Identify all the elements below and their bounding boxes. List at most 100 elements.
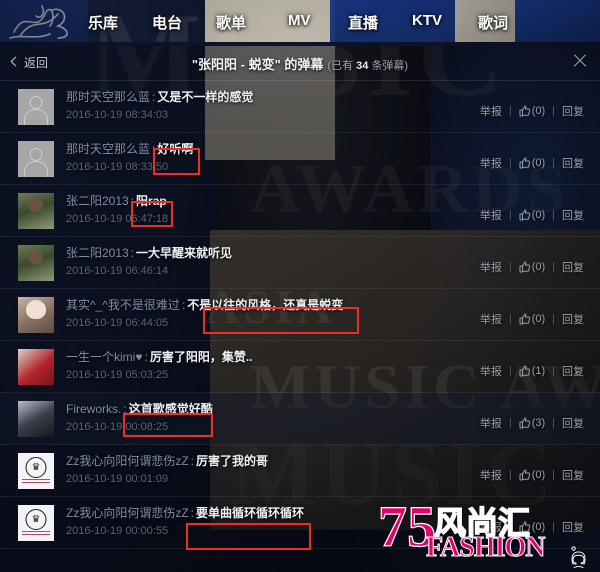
report-button[interactable]: 举报 — [480, 259, 502, 275]
like-count: (0) — [531, 105, 546, 117]
like-button[interactable]: (0) — [519, 313, 545, 325]
comment-row[interactable]: ♛ Zz我心向阳何谓悲伤zZ: 厉害了我的哥 2016-10-19 00:01:09 举… — [0, 445, 600, 497]
crown-icon: ♛ — [25, 509, 47, 530]
action-separator-2: | — [552, 469, 555, 481]
nav-item-live[interactable]: 直播 — [348, 12, 378, 33]
comment-actions: 举报 | (0) | 回复 — [480, 467, 584, 483]
report-button[interactable]: 举报 — [480, 311, 502, 327]
action-separator: | — [508, 157, 512, 169]
report-button[interactable]: 举报 — [480, 467, 502, 483]
screenshot-stage: MUSIC AWARDS ASIA MUSIC AWA MUSIC 乐库 电台 … — [0, 0, 600, 572]
comment-username[interactable]: 张二阳2013 — [66, 246, 129, 260]
reply-button[interactable]: 回复 — [562, 207, 584, 223]
like-button[interactable]: (0) — [519, 521, 545, 533]
like-count: (3) — [531, 417, 546, 429]
avatar-body-icon — [24, 161, 48, 177]
like-button[interactable]: (0) — [519, 469, 545, 481]
danmu-count: (已有 34 条弹幕) — [327, 60, 408, 72]
comment-actions: 举报 | (0) | 回复 — [480, 519, 584, 535]
avatar[interactable] — [18, 297, 54, 333]
reply-button[interactable]: 回复 — [562, 259, 584, 275]
thumbs-up-icon — [519, 469, 530, 481]
like-button[interactable]: (0) — [519, 261, 545, 273]
comment-colon: : — [130, 194, 135, 208]
action-separator-2: | — [552, 521, 555, 533]
like-count: (0) — [531, 157, 546, 169]
report-button[interactable]: 举报 — [480, 207, 502, 223]
nav-item-radio[interactable]: 电台 — [152, 12, 182, 33]
reply-button[interactable]: 回复 — [562, 103, 584, 119]
reply-button[interactable]: 回复 — [562, 155, 584, 171]
avatar[interactable] — [18, 245, 54, 281]
like-button[interactable]: (0) — [519, 105, 545, 117]
reply-button[interactable]: 回复 — [562, 415, 584, 431]
report-button[interactable]: 举报 — [480, 103, 502, 119]
comment-actions: 举报 | (3) | 回复 — [480, 415, 584, 431]
comment-username[interactable]: 那时天空那么蓝 — [66, 90, 150, 104]
action-separator-2: | — [552, 313, 555, 325]
close-icon[interactable] — [572, 53, 588, 69]
action-separator: | — [508, 417, 512, 429]
comment-colon: : — [144, 350, 148, 364]
comment-username[interactable]: Fireworks. — [66, 402, 121, 416]
like-button[interactable]: (0) — [519, 157, 545, 169]
avatar[interactable]: ♛ — [18, 505, 54, 541]
comment-row[interactable]: 其实^_^我不是很难过: 不是以往的风格，还真是蜕变 2016-10-19 06:4… — [0, 289, 600, 341]
like-count: (0) — [531, 469, 546, 481]
like-button[interactable]: (1) — [519, 365, 545, 377]
comment-row[interactable]: 那时天空那么蓝: 好听啊 2016-10-19 08:33:50 举报 | (0) | 回复 — [0, 133, 600, 185]
comment-username[interactable]: 那时天空那么蓝 — [66, 142, 150, 156]
comment-username[interactable]: 张二阳2013 — [66, 194, 129, 208]
crown-icon: ♛ — [25, 457, 47, 478]
comment-row[interactable]: 张二阳2013: 一大早醒来就听见 2016-10-19 06:46:14 举报 | (0… — [0, 237, 600, 289]
comment-row[interactable]: Fireworks.: 这首歌感觉好酷 2016-10-19 00:08:25 举报 |… — [0, 393, 600, 445]
comment-actions: 举报 | (1) | 回复 — [480, 363, 584, 379]
avatar[interactable] — [18, 193, 54, 229]
reply-button[interactable]: 回复 — [562, 311, 584, 327]
comment-username[interactable]: Zz我心向阳何谓悲伤zZ — [66, 454, 189, 468]
avatar[interactable] — [18, 401, 54, 437]
like-button[interactable]: (0) — [519, 209, 545, 221]
top-navigation-bar: 乐库 电台 歌单 MV 直播 KTV 歌词 — [0, 0, 600, 44]
action-separator-2: | — [552, 261, 555, 273]
comment-row[interactable]: 一生一个kimi♥: 厉害了阳阳，集赞.. 2016-10-19 05:03:25 举… — [0, 341, 600, 393]
nav-item-mv[interactable]: MV — [288, 12, 311, 29]
count-value: 34 — [356, 60, 369, 72]
comment-username[interactable]: Zz我心向阳何谓悲伤zZ — [66, 506, 189, 520]
action-separator-2: | — [552, 105, 555, 117]
report-button[interactable]: 举报 — [480, 415, 502, 431]
report-button[interactable]: 举报 — [480, 363, 502, 379]
nav-item-ktv[interactable]: KTV — [412, 12, 442, 29]
thumbs-up-icon — [519, 417, 530, 429]
thumbs-up-icon — [519, 521, 530, 533]
reply-button[interactable]: 回复 — [562, 467, 584, 483]
avatar[interactable] — [18, 141, 54, 177]
reply-button[interactable]: 回复 — [562, 519, 584, 535]
like-button[interactable]: (3) — [519, 417, 545, 429]
report-button[interactable]: 举报 — [480, 155, 502, 171]
nav-item-lyrics[interactable]: 歌词 — [478, 12, 508, 33]
comment-username[interactable]: 一生一个kimi♥ — [66, 350, 142, 364]
danmu-panel: 返回 "张阳阳 - 蜕变" 的弹幕 (已有 34 条弹幕) 那时天空那么蓝: 又是不… — [0, 46, 600, 572]
comment-text: 这首歌感觉好酷 — [128, 402, 213, 416]
like-count: (0) — [531, 521, 546, 533]
avatar-text-lines — [22, 479, 50, 485]
comment-colon: : — [190, 506, 195, 520]
report-button[interactable]: 举报 — [480, 519, 502, 535]
action-separator: | — [508, 469, 512, 481]
action-separator: | — [508, 365, 512, 377]
nav-item-playlist[interactable]: 歌单 — [216, 12, 246, 33]
avatar[interactable] — [18, 89, 54, 125]
count-prefix: (已有 — [327, 60, 354, 72]
thumbs-up-icon — [519, 157, 530, 169]
avatar[interactable] — [18, 349, 54, 385]
like-count: (0) — [531, 209, 546, 221]
nav-item-music-library[interactable]: 乐库 — [88, 12, 118, 33]
reply-button[interactable]: 回复 — [562, 363, 584, 379]
comment-row[interactable]: 张二阳2013: 阳rap 2016-10-19 06:47:18 举报 | (0) | 回复 — [0, 185, 600, 237]
panel-title: "张阳阳 - 蜕变" 的弹幕 (已有 34 条弹幕) — [0, 54, 600, 73]
avatar[interactable]: ♛ — [18, 453, 54, 489]
comment-row[interactable]: 那时天空那么蓝: 又是不一样的感觉 2016-10-19 08:34:03 举报 | (0… — [0, 81, 600, 133]
comment-username[interactable]: 其实^_^我不是很难过 — [66, 298, 180, 312]
comment-row[interactable]: ♛ Zz我心向阳何谓悲伤zZ: 要单曲循环循环循环 2016-10-19 00:00:… — [0, 497, 600, 549]
